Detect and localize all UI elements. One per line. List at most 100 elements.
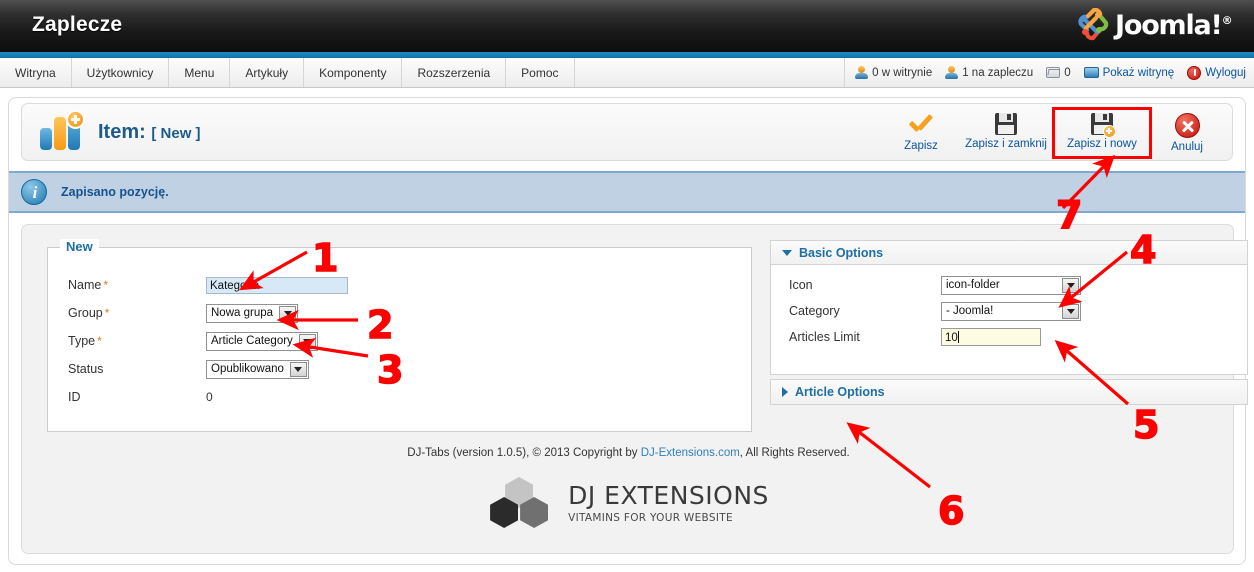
hexagon-icon xyxy=(488,477,550,528)
cancel-button[interactable]: Anuluj xyxy=(1150,109,1224,157)
monitor-icon xyxy=(1083,67,1099,78)
dj-logo-name: DJ EXTENSIONS xyxy=(568,480,769,510)
menu-item-menu[interactable]: Menu xyxy=(169,58,231,87)
footer-copyright: DJ-Tabs (version 1.0.5), © 2013 Copyrigh… xyxy=(22,447,1235,459)
save-button-label: Zapisz xyxy=(904,140,938,152)
type-field-label: Type * xyxy=(68,334,206,348)
chevron-right-icon xyxy=(782,387,788,397)
id-value: 0 xyxy=(206,390,213,404)
logout-label: Wyloguj xyxy=(1205,66,1246,79)
field-row-name: Name * Kategoria xyxy=(68,274,348,296)
status-visitors-label: 0 w witrynie xyxy=(872,66,933,79)
status-admins[interactable]: 1 na zapleczu xyxy=(945,66,1033,79)
info-glyph: i xyxy=(32,183,38,202)
icon-option-label: Icon xyxy=(789,278,813,292)
field-row-status: Status Opublikowano xyxy=(68,358,309,380)
status-select[interactable]: Opublikowano xyxy=(206,359,309,379)
required-marker: * xyxy=(104,306,110,320)
toolbar: Zapisz Zapisz i zamknij Zapisz i nowy An… xyxy=(884,107,1224,159)
item-title: Item: [ New ] xyxy=(98,121,201,144)
dj-logo-text: DJ EXTENSIONS VITAMINS FOR YOUR WEBSITE xyxy=(568,481,769,524)
plus-badge-icon xyxy=(66,110,85,129)
status-admins-label: 1 na zapleczu xyxy=(962,66,1034,79)
category-select-value: - Joomla! xyxy=(946,305,994,317)
field-row-id: ID 0 xyxy=(68,386,213,408)
chevron-down-icon[interactable] xyxy=(1062,303,1079,319)
preview-site-label: Pokaż witrynę xyxy=(1102,66,1175,79)
chevron-down-icon[interactable] xyxy=(279,305,297,321)
bar-2 xyxy=(54,117,66,150)
icon-select[interactable]: icon-folder xyxy=(941,275,1081,295)
caret-glyph xyxy=(1066,282,1075,288)
required-marker: * xyxy=(103,278,109,292)
system-message-text: Zapisano pozycję. xyxy=(61,185,169,199)
chevron-down-icon[interactable] xyxy=(298,333,316,349)
joomla-wordmark: Joomla!® xyxy=(1115,12,1233,39)
group-select[interactable]: Nowa grupa xyxy=(206,303,299,323)
id-field-label: ID xyxy=(68,390,81,404)
item-form-fieldset: New Name * Kategoria Group * Nowa grupa Ty… xyxy=(47,239,752,432)
save-and-new-button-label: Zapisz i nowy xyxy=(1067,138,1137,150)
caret-glyph xyxy=(303,338,312,344)
menu-item-komponenty[interactable]: Komponenty xyxy=(304,58,403,87)
icon-select-value: icon-folder xyxy=(946,279,1000,291)
articles-limit-value: 10 xyxy=(945,332,958,344)
save-and-close-button[interactable]: Zapisz i zamknij xyxy=(958,109,1054,157)
caret-glyph xyxy=(294,366,303,372)
user-icon xyxy=(945,66,959,79)
save-button[interactable]: Zapisz xyxy=(884,109,958,157)
article-options-title: Article Options xyxy=(795,385,885,399)
floppy-icon xyxy=(995,113,1017,135)
dj-extensions-link[interactable]: DJ-Extensions.com xyxy=(641,447,740,459)
floppy-label-area xyxy=(998,125,1014,134)
basic-options-panel: Basic Options Icon icon-folder Category … xyxy=(770,240,1248,375)
page-container: Item: [ New ] Zapisz Zapisz i zamknij Za… xyxy=(8,97,1248,565)
item-title-label: Item: xyxy=(98,121,146,143)
status-field-label: Status xyxy=(68,362,104,376)
article-options-header[interactable]: Article Options xyxy=(770,379,1248,405)
joomla-registered-mark: ® xyxy=(1221,13,1233,27)
chevron-down-icon[interactable] xyxy=(289,361,307,377)
preview-site-link[interactable]: Pokaż witrynę xyxy=(1083,66,1175,79)
articles-limit-input[interactable]: 10 xyxy=(941,328,1041,346)
menu-item-uzytkownicy[interactable]: Użytkownicy xyxy=(72,58,170,87)
item-title-value: [ New ] xyxy=(151,125,201,142)
option-row-icon: Icon icon-folder xyxy=(789,275,1081,295)
floppy-shutter xyxy=(1095,113,1109,122)
option-row-category: Category - Joomla! xyxy=(789,301,1081,321)
menu-item-pomoc[interactable]: Pomoc xyxy=(506,58,575,87)
page-titlebar: Item: [ New ] Zapisz Zapisz i zamknij Za… xyxy=(21,103,1233,161)
copyright-pre: DJ-Tabs (version 1.0.5), © 2013 Copyrigh… xyxy=(407,447,641,459)
cancel-button-label: Anuluj xyxy=(1171,141,1203,153)
cancel-icon xyxy=(1174,113,1200,138)
system-message-bar: i Zapisano pozycję. xyxy=(9,171,1245,213)
menu-item-rozszerzenia[interactable]: Rozszerzenia xyxy=(402,58,507,87)
item-bars-icon xyxy=(38,110,86,154)
save-and-new-button[interactable]: Zapisz i nowy xyxy=(1052,107,1152,159)
status-messages-count: 0 xyxy=(1064,66,1071,79)
status-visitors[interactable]: 0 w witrynie xyxy=(855,66,932,79)
floppy-shutter xyxy=(999,113,1013,122)
menu-item-witryna[interactable]: Witryna xyxy=(0,58,72,87)
save-and-close-button-label: Zapisz i zamknij xyxy=(965,138,1047,150)
user-icon xyxy=(855,66,869,79)
chevron-down-icon[interactable] xyxy=(1062,277,1079,293)
logout-icon xyxy=(1187,65,1202,80)
name-input[interactable]: Kategoria xyxy=(206,276,348,294)
chevron-down-icon xyxy=(782,249,792,256)
joomla-logo: Joomla!® xyxy=(1074,4,1246,46)
joomla-mark-icon xyxy=(1074,7,1110,42)
menubar-spacer xyxy=(575,58,846,87)
status-messages[interactable]: 0 xyxy=(1046,66,1071,79)
logout-link[interactable]: Wyloguj xyxy=(1187,65,1246,80)
page-title: Zaplecze xyxy=(32,13,123,36)
type-select[interactable]: Article Category xyxy=(206,331,318,351)
mail-icon xyxy=(1046,67,1061,78)
screen: Zaplecze Joomla!® Witryna Użytkownicy Me… xyxy=(0,0,1254,572)
menu-item-artykuly[interactable]: Artykuły xyxy=(230,58,305,87)
name-field-label: Name * xyxy=(68,278,206,292)
basic-options-header[interactable]: Basic Options xyxy=(771,241,1247,265)
content-panel: New Name * Kategoria Group * Nowa grupa Ty… xyxy=(21,224,1248,554)
group-select-value: Nowa grupa xyxy=(211,307,274,319)
category-select[interactable]: - Joomla! xyxy=(941,301,1081,321)
